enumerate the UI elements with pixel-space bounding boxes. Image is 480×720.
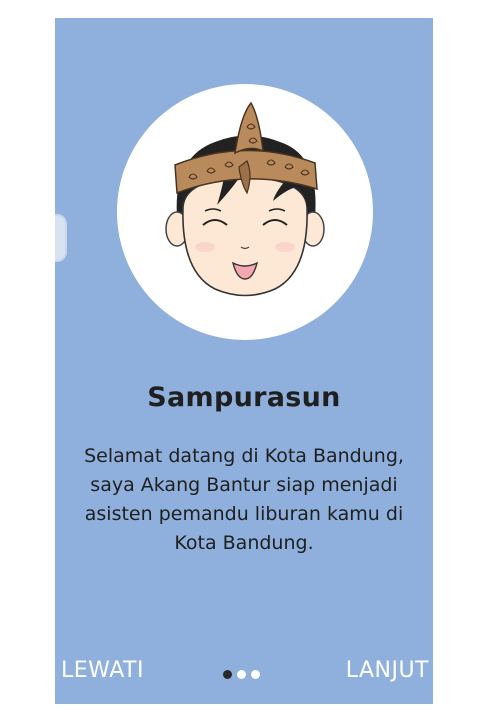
page-indicator <box>223 670 260 679</box>
page-dot-3[interactable] <box>251 670 260 679</box>
skip-button[interactable]: LEWATI <box>61 658 144 683</box>
onboarding-footer: LEWATI LANJUT <box>55 658 433 694</box>
page-dot-1[interactable] <box>223 670 232 679</box>
akang-bantur-mascot-icon <box>165 101 325 297</box>
onboarding-screen: Sampurasun Selamat datang di Kota Bandun… <box>55 18 433 704</box>
previous-page-edge-handle[interactable] <box>55 214 67 262</box>
welcome-description: Selamat datang di Kota Bandung, saya Aka… <box>84 445 404 554</box>
page-dot-2[interactable] <box>237 670 246 679</box>
welcome-title: Sampurasun <box>147 382 341 413</box>
next-button[interactable]: LANJUT <box>346 658 429 683</box>
mascot-avatar <box>117 84 373 340</box>
